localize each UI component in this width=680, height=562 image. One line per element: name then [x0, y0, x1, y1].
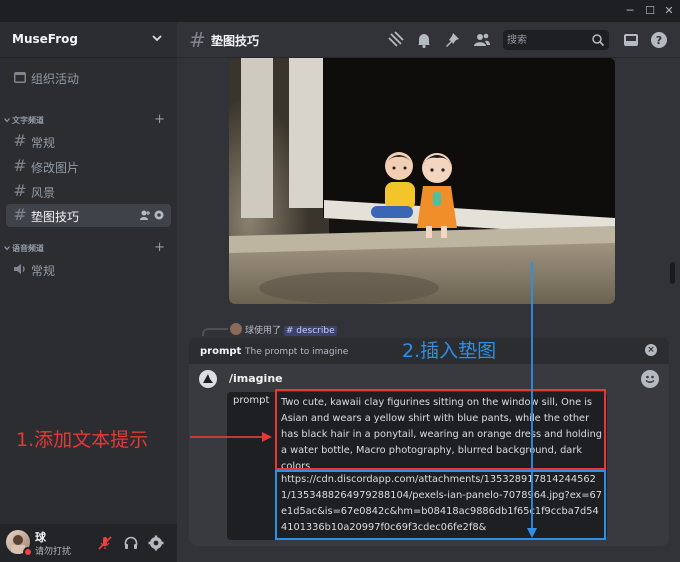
category-label: 语音频道	[12, 244, 44, 253]
chevron-down-icon	[4, 118, 10, 123]
server-name: MuseFrog	[12, 32, 78, 46]
channel-label: 风景	[31, 186, 56, 200]
inbox-icon[interactable]	[622, 31, 640, 49]
attached-photo[interactable]	[229, 58, 615, 304]
search-input[interactable]	[507, 32, 589, 48]
bot-avatar-icon	[199, 370, 217, 388]
calendar-icon	[14, 72, 26, 83]
reply-context: 球使用了 # describe	[245, 323, 337, 336]
option-description: The prompt to imagine	[245, 347, 349, 357]
user-status: 请勿打扰	[35, 547, 72, 557]
members-icon[interactable]	[473, 31, 491, 49]
discord-window: ─ ☐ ✕ MuseFrog 组织活动 文字频道 + # 常规 # 修改图片 #…	[0, 0, 680, 562]
username: 球	[35, 531, 46, 544]
close-window-button[interactable]: ✕	[661, 3, 677, 19]
threads-icon[interactable]	[387, 31, 405, 49]
add-channel-icon[interactable]: +	[154, 112, 165, 127]
events-link[interactable]: 组织活动	[6, 66, 171, 89]
hash-icon: #	[13, 205, 27, 224]
hash-icon: #	[189, 28, 206, 52]
annotation-step-1: 1.添加文本提示	[16, 429, 149, 451]
mic-muted-icon[interactable]	[97, 535, 113, 551]
help-icon[interactable]: ?	[650, 31, 668, 49]
option-name: prompt	[200, 346, 242, 357]
user-panel: 球 请勿打扰	[0, 524, 177, 562]
sidebar-item-channel-3[interactable]: # 风景	[6, 180, 171, 203]
chevron-down-icon	[152, 35, 162, 42]
status-dnd-icon	[23, 547, 33, 557]
pin-icon[interactable]	[443, 31, 461, 49]
voice-channels-category[interactable]: 语音频道 +	[4, 240, 169, 257]
channel-label: 常规	[31, 136, 56, 150]
channel-header: # 垫图技巧 ?	[177, 22, 680, 58]
add-channel-icon[interactable]: +	[154, 240, 165, 255]
title-bar: ─ ☐ ✕	[0, 0, 680, 22]
emoji-icon[interactable]	[641, 370, 659, 388]
minimize-button[interactable]: ─	[622, 3, 638, 19]
category-label: 文字频道	[12, 116, 44, 125]
settings-gear-icon[interactable]	[148, 535, 164, 551]
channel-sidebar: MuseFrog 组织活动 文字频道 + # 常规 # 修改图片 # 风景 # …	[0, 22, 177, 562]
close-icon[interactable]: ×	[645, 344, 657, 356]
command-mention[interactable]: # describe	[283, 326, 337, 336]
hash-icon: #	[13, 181, 27, 200]
search-icon	[592, 34, 605, 47]
channel-title: 垫图技巧	[211, 34, 260, 48]
server-header[interactable]: MuseFrog	[0, 22, 177, 58]
sidebar-item-voice-1[interactable]: 常规	[6, 258, 171, 281]
text-channels-category[interactable]: 文字频道 +	[4, 112, 169, 129]
svg-text:?: ?	[656, 34, 662, 47]
text-prompt-highlight	[275, 389, 606, 470]
prompt-param-label: prompt	[233, 395, 270, 406]
channel-label: 垫图技巧	[31, 210, 80, 224]
sidebar-item-channel-1[interactable]: # 常规	[6, 130, 171, 153]
add-member-icon[interactable]	[139, 209, 151, 221]
speaker-icon	[14, 264, 25, 274]
scrollbar[interactable]	[670, 262, 675, 284]
sidebar-item-channel-4[interactable]: # 垫图技巧	[6, 204, 171, 227]
search-box[interactable]	[503, 30, 609, 50]
channel-label: 修改图片	[31, 161, 80, 175]
reply-avatar[interactable]	[230, 323, 242, 335]
slash-command: /imagine	[229, 372, 283, 385]
sidebar-item-channel-2[interactable]: # 修改图片	[6, 155, 171, 178]
annotation-step-2: 2.插入垫图	[402, 340, 497, 362]
image-url-highlight	[275, 470, 606, 540]
reply-connector	[202, 328, 228, 336]
headphones-icon[interactable]	[123, 535, 139, 551]
hash-icon: #	[13, 131, 27, 150]
reply-prefix: 球使用了	[245, 326, 282, 336]
voice-channel-label: 常规	[31, 264, 56, 278]
maximize-button[interactable]: ☐	[642, 3, 658, 19]
hash-icon: #	[13, 156, 27, 175]
events-label: 组织活动	[31, 72, 80, 86]
chevron-down-icon	[4, 246, 10, 251]
bell-icon[interactable]	[415, 31, 433, 49]
gear-icon[interactable]	[153, 209, 165, 221]
